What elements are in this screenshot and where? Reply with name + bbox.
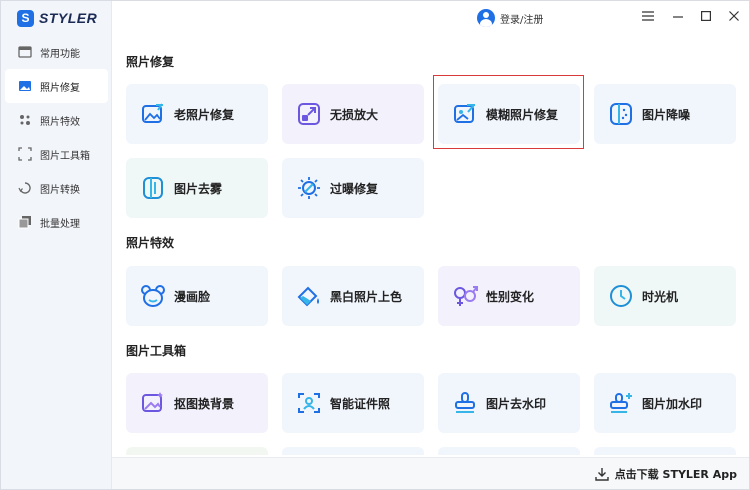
app-window: S STYLER 常用功能 照片修复 照片特效 图片工具箱 图片转换 批量处理 … [0,0,750,490]
convert-icon [18,181,32,195]
card-remove-watermark[interactable]: 图片去水印 [438,373,580,433]
avatar-icon [477,9,495,27]
download-icon [594,468,609,481]
card-label: 无损放大 [330,107,379,122]
card-label: 过曝修复 [330,181,379,196]
brand-name: STYLER [39,10,98,26]
card-label: 时光机 [642,289,679,304]
enlarge-icon [296,101,322,127]
card-label: 图片加水印 [642,396,703,411]
brand-mark: S [17,9,34,27]
brand-logo: S STYLER [17,9,97,27]
login-label: 登录/注册 [500,14,544,26]
menu-button[interactable] [641,9,655,23]
card-gender-swap[interactable]: 性别变化 [438,266,580,326]
section-title-toolbox: 图片工具箱 [126,344,187,358]
blur-repair-icon [452,101,478,127]
login-button[interactable]: 登录/注册 [477,9,543,27]
card-image-dehaze[interactable]: 图片去雾 [126,158,268,218]
card-label: 图片去水印 [486,396,547,411]
sidebar-item-label: 图片转换 [40,184,80,196]
image-icon [18,79,32,93]
card-cartoon-face[interactable]: 漫画脸 [126,266,268,326]
sidebar-item-common[interactable]: 常用功能 [1,35,112,69]
sidebar-item-label: 常用功能 [40,48,80,60]
maximize-icon [701,11,711,21]
sidebar-item-label: 图片工具箱 [40,150,90,162]
card-label: 性别变化 [486,289,535,304]
sidebar-item-label: 照片特效 [40,116,80,128]
card-image-denoise[interactable]: 图片降噪 [594,84,736,144]
bottom-bar: 点击下载 STYLER App [112,457,749,489]
card-lossless-enlarge[interactable]: 无损放大 [282,84,424,144]
menu-icon [642,11,654,21]
gender-icon [452,283,478,309]
card-label: 抠图换背景 [174,396,235,411]
section-title-effects: 照片特效 [126,236,175,250]
sidebar-nav: 常用功能 照片修复 照片特效 图片工具箱 图片转换 批量处理 [1,35,112,239]
card-label: 漫画脸 [174,289,211,304]
colorize-icon [296,283,322,309]
sparkle-icon [18,113,32,127]
card-partial[interactable] [126,447,268,455]
id-photo-icon [296,390,322,416]
download-app-button[interactable]: 点击下载 STYLER App [594,466,737,482]
sidebar-item-image-toolbox[interactable]: 图片工具箱 [1,137,112,171]
card-overexposure-repair[interactable]: 过曝修复 [282,158,424,218]
card-partial[interactable] [282,447,424,455]
maximize-button[interactable] [699,9,713,23]
cartoon-face-icon [140,283,166,309]
add-watermark-icon [608,390,634,416]
card-blur-photo-repair[interactable]: 模糊照片修复 [438,84,580,144]
card-label: 智能证件照 [330,396,391,411]
card-smart-id-photo[interactable]: 智能证件照 [282,373,424,433]
card-label: 图片去雾 [174,181,223,196]
window-icon [18,45,32,59]
card-add-watermark[interactable]: 图片加水印 [594,373,736,433]
close-button[interactable] [727,9,741,23]
sidebar-item-batch[interactable]: 批量处理 [1,205,112,239]
old-photo-icon [140,101,166,127]
toolbox-icon [18,147,32,161]
card-label: 图片降噪 [642,107,691,122]
remove-watermark-icon [452,390,478,416]
batch-icon [18,215,32,229]
sidebar-item-photo-effects[interactable]: 照片特效 [1,103,112,137]
dehaze-icon [140,175,166,201]
denoise-icon [608,101,634,127]
card-colorize-bw-photo[interactable]: 黑白照片上色 [282,266,424,326]
card-label: 黑白照片上色 [330,289,403,304]
sidebar-item-image-convert[interactable]: 图片转换 [1,171,112,205]
card-label: 模糊照片修复 [486,107,559,122]
minimize-icon [673,16,683,18]
sidebar-item-label: 照片修复 [40,82,80,94]
download-label: 点击下载 STYLER App [614,468,737,481]
clock-icon [608,283,634,309]
section-title-repair: 照片修复 [126,55,175,69]
card-cutout-background[interactable]: 抠图换背景 [126,373,268,433]
overexposure-icon [296,175,322,201]
close-icon [729,11,739,21]
main-content: 照片修复 老照片修复 无损放大 模糊照片修复 图片降噪 图片去雾 过曝修复 照片… [112,35,749,455]
sidebar-item-label: 批量处理 [40,218,80,230]
card-time-machine[interactable]: 时光机 [594,266,736,326]
cutout-icon [140,390,166,416]
card-label: 老照片修复 [174,107,235,122]
sidebar-item-photo-repair[interactable]: 照片修复 [5,69,108,103]
card-partial[interactable] [594,447,736,455]
card-partial[interactable] [438,447,580,455]
card-old-photo-repair[interactable]: 老照片修复 [126,84,268,144]
sidebar: S STYLER 常用功能 照片修复 照片特效 图片工具箱 图片转换 批量处理 [1,1,112,489]
minimize-button[interactable] [671,9,685,23]
